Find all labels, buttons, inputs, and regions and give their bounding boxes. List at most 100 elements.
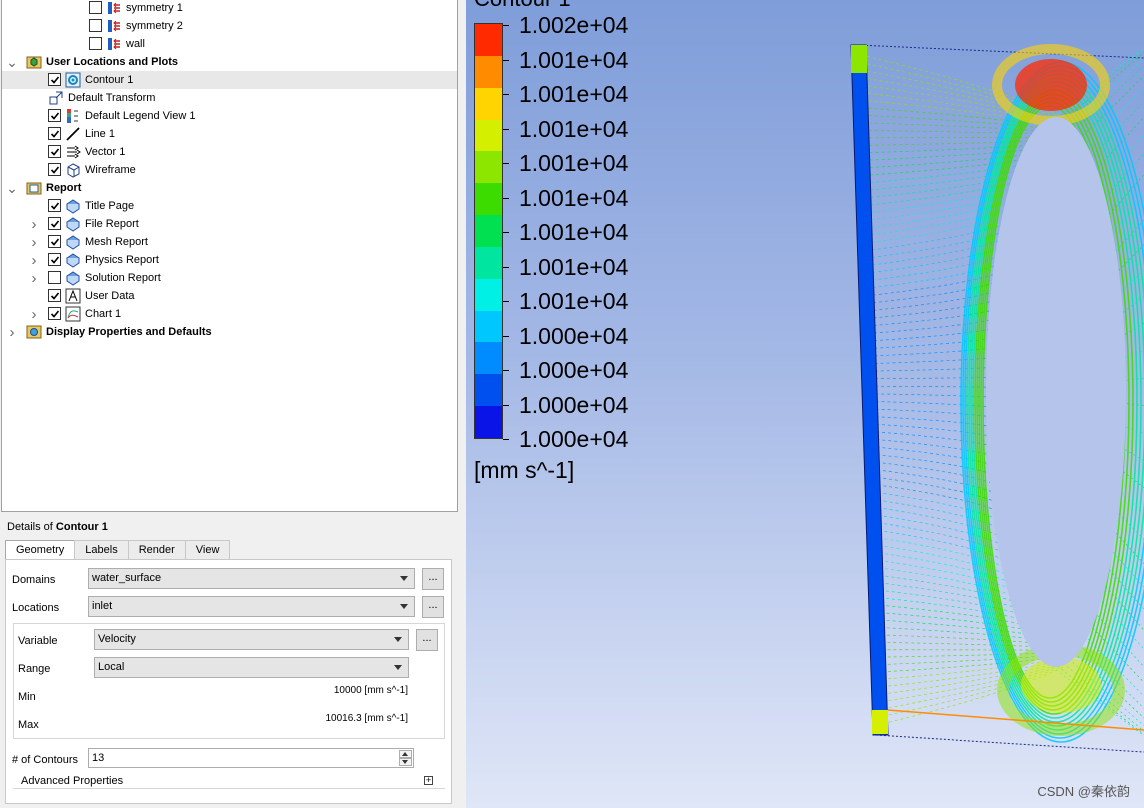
min-value: 10000 [mm s^-1]: [333, 685, 408, 696]
contour-icon: [65, 72, 81, 88]
legend-tick-label: 1.000e+04: [519, 391, 629, 418]
report-page-icon: [65, 270, 81, 286]
ellipse-hole: [986, 117, 1126, 667]
collapsed-chevron-icon[interactable]: ›: [28, 269, 40, 287]
tree-item-contour-1[interactable]: Contour 1: [2, 71, 457, 89]
visibility-checkbox[interactable]: [89, 1, 102, 14]
visibility-checkbox[interactable]: [48, 271, 61, 284]
tree-item-symmetry-1[interactable]: symmetry 1: [2, 0, 457, 17]
details-title: Details of Contour 1: [7, 521, 108, 533]
tree-item-user-data[interactable]: User Data: [2, 287, 457, 305]
chevron-down-icon: [394, 665, 402, 670]
tree-item-wireframe[interactable]: Wireframe: [2, 161, 457, 179]
visibility-checkbox[interactable]: [48, 235, 61, 248]
tree-item-physics-report[interactable]: › Physics Report: [2, 251, 457, 269]
domains-more-button[interactable]: ...: [422, 568, 444, 590]
display-settings-icon: [26, 324, 42, 340]
visibility-checkbox[interactable]: [48, 289, 61, 302]
tab-view[interactable]: View: [184, 540, 231, 560]
tree-item-symmetry-2[interactable]: symmetry 2: [2, 17, 457, 35]
stepper-up-icon[interactable]: [399, 750, 412, 758]
legend-tick: [503, 197, 509, 199]
variable-select[interactable]: Velocity: [94, 629, 409, 650]
legend-tick: [503, 370, 509, 371]
legend-tick-label: 1.001e+04: [519, 115, 629, 142]
legend-band: [475, 278, 502, 312]
tree-item-label: Chart 1: [85, 308, 122, 320]
legend-tick: [503, 232, 509, 233]
locations-label: Locations: [12, 602, 60, 614]
legend-band: [475, 55, 502, 89]
folder-cube-icon: [26, 54, 42, 70]
expanded-chevron-icon[interactable]: ⌄: [6, 53, 18, 71]
legend-band: [475, 246, 502, 280]
left-panel: symmetry 1 symmetry 2 wall ⌄ User Locations …: [0, 0, 466, 808]
frame-edge: [857, 44, 1144, 59]
tree-item-default-legend-view-1[interactable]: Default Legend View 1: [2, 107, 457, 125]
contours-stepper[interactable]: 13: [88, 748, 414, 768]
tab-render[interactable]: Render: [127, 540, 186, 560]
legend-tick-label: 1.001e+04: [519, 81, 629, 107]
domains-select[interactable]: water_surface: [88, 568, 415, 589]
legend-tick: [503, 266, 509, 268]
legend-tick: [503, 439, 509, 440]
legend-tick: [503, 163, 509, 164]
tree-item-user-locations-and-plots[interactable]: ⌄ User Locations and Plots: [2, 53, 457, 71]
visibility-checkbox[interactable]: [89, 19, 102, 32]
locations-more-button[interactable]: ...: [422, 596, 444, 618]
visibility-checkbox[interactable]: [89, 37, 102, 50]
expand-plus-icon[interactable]: +: [424, 776, 433, 785]
panel-splitter[interactable]: [459, 0, 466, 808]
tree-item-label: Vector 1: [85, 146, 126, 158]
outline-tree[interactable]: symmetry 1 symmetry 2 wall ⌄ User Locations …: [1, 0, 458, 512]
collapsed-chevron-icon[interactable]: ›: [6, 323, 18, 341]
tree-item-mesh-report[interactable]: › Mesh Report: [2, 233, 457, 251]
domains-label: Domains: [12, 574, 56, 586]
tree-item-label: File Report: [85, 218, 139, 230]
tree-item-file-report[interactable]: › File Report: [2, 215, 457, 233]
tree-item-vector-1[interactable]: Vector 1: [2, 143, 457, 161]
legend-band: [475, 310, 502, 343]
visibility-checkbox[interactable]: [48, 253, 61, 266]
tree-item-solution-report[interactable]: › Solution Report: [2, 269, 457, 287]
3d-viewer[interactable]: Contour 1 1.002e+04 1.001e+04 1.001e+04 1.0…: [466, 0, 1144, 808]
expanded-chevron-icon[interactable]: ⌄: [6, 179, 18, 197]
report-page-icon: [65, 234, 81, 250]
visibility-checkbox[interactable]: [48, 109, 61, 122]
tree-item-display-properties-and-defaults[interactable]: › Display Properties and Defaults: [2, 323, 457, 341]
collapsed-chevron-icon[interactable]: ›: [28, 233, 40, 251]
tree-item-line-1[interactable]: Line 1: [2, 125, 457, 143]
visibility-checkbox[interactable]: [48, 307, 61, 320]
visibility-checkbox[interactable]: [48, 73, 61, 86]
visibility-checkbox[interactable]: [48, 145, 61, 158]
legend-tick-label: 1.001e+04: [519, 46, 629, 73]
legend-unit: [mm s^-1]: [474, 457, 575, 483]
variable-more-button[interactable]: ...: [416, 629, 438, 651]
tab-labels[interactable]: Labels: [74, 540, 129, 560]
tab-geometry[interactable]: Geometry: [5, 540, 76, 561]
legend-tick: [503, 94, 509, 95]
tree-item-report[interactable]: ⌄ Report: [2, 179, 457, 197]
collapsed-chevron-icon[interactable]: ›: [28, 305, 40, 323]
legend-band: [475, 342, 502, 375]
range-select[interactable]: Local: [94, 657, 409, 678]
legend-tick: [503, 301, 509, 302]
locations-select[interactable]: inlet: [88, 596, 415, 617]
collapsed-chevron-icon[interactable]: ›: [28, 251, 40, 269]
tree-item-title-page[interactable]: Title Page: [2, 197, 457, 215]
legend-band: [475, 406, 502, 439]
legend-tick-label: 1.000e+04: [519, 426, 629, 452]
report-page-icon: [65, 252, 81, 268]
visibility-checkbox[interactable]: [48, 163, 61, 176]
visibility-checkbox[interactable]: [48, 199, 61, 212]
visibility-checkbox[interactable]: [48, 127, 61, 140]
legend-tick: [503, 404, 509, 406]
variable-label: Variable: [18, 635, 58, 647]
tree-item-wall[interactable]: wall: [2, 35, 457, 53]
collapsed-chevron-icon[interactable]: ›: [28, 215, 40, 233]
tree-item-default-transform[interactable]: Default Transform: [2, 89, 457, 107]
stepper-down-icon[interactable]: [399, 758, 412, 766]
tree-item-chart-1[interactable]: › Chart 1: [2, 305, 457, 323]
visibility-checkbox[interactable]: [48, 217, 61, 230]
contours-label: # of Contours: [12, 754, 79, 766]
